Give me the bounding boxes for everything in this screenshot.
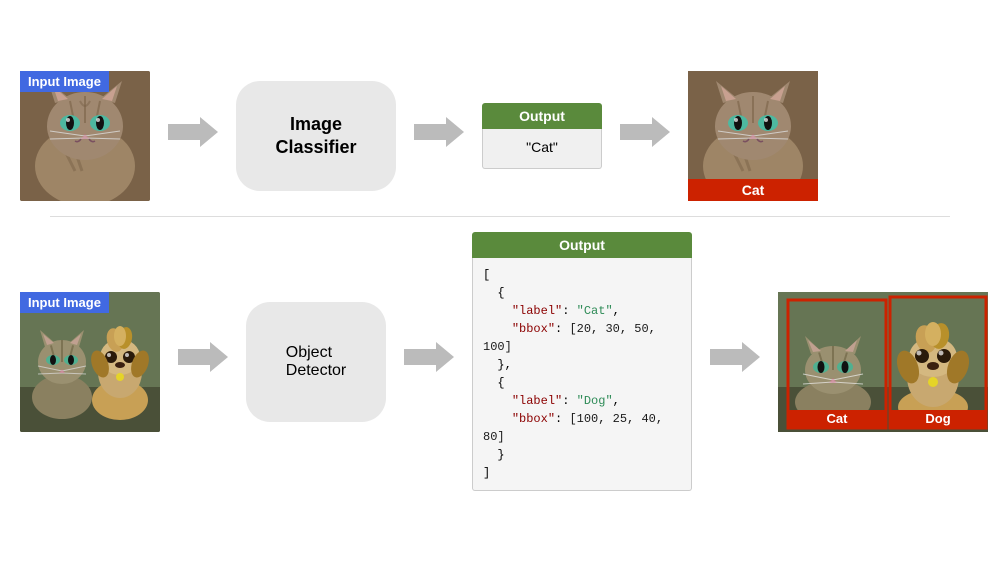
detector-box: ObjectDetector — [246, 302, 386, 422]
arrow-4 — [178, 339, 228, 384]
json-val-bbox1: [20, 30, 50, 100] — [483, 322, 656, 354]
arrow-5 — [404, 339, 454, 384]
input-image-box-1: Input Image — [20, 71, 150, 201]
result-image-2: Cat Dog — [778, 292, 988, 432]
cat-dog-image — [20, 292, 160, 432]
divider — [50, 216, 950, 217]
json-val-bbox2: [100, 25, 40, 80] — [483, 412, 663, 444]
result-image-1: Cat — [688, 71, 818, 201]
classifier-label: ImageClassifier — [275, 113, 356, 160]
output-value-1: "Cat" — [482, 129, 602, 169]
output-box-1: Output "Cat" — [482, 103, 602, 169]
classifier-box: ImageClassifier — [236, 81, 396, 191]
classifier-row: Input Image — [20, 71, 980, 201]
output-box-2: Output [ { "label": "Cat", "bbox": [20, … — [472, 232, 692, 491]
svg-text:Dog: Dog — [925, 411, 950, 426]
svg-text:Cat: Cat — [827, 411, 849, 426]
output-json: [ { "label": "Cat", "bbox": [20, 30, 50,… — [472, 258, 692, 491]
arrow-2 — [414, 114, 464, 159]
output-header-1: Output — [482, 103, 602, 129]
arrow-3 — [620, 114, 670, 159]
json-key-bbox1: "bbox" — [512, 322, 555, 336]
arrow-6 — [710, 339, 760, 384]
result-label-cat: Cat — [688, 179, 818, 201]
input-label-1: Input Image — [20, 71, 109, 92]
json-key-bbox2: "bbox" — [512, 412, 555, 426]
json-key-label2: "label" — [512, 394, 562, 408]
detector-row: Input Image — [20, 232, 980, 491]
input-label-2: Input Image — [20, 292, 109, 313]
cat-dog-svg — [20, 292, 160, 432]
arrow-1 — [168, 114, 218, 159]
json-val-cat: "Cat" — [577, 304, 613, 318]
input-image-box-2: Input Image — [20, 292, 160, 432]
result-animals-svg: Cat Dog — [778, 292, 988, 432]
output-header-2: Output — [472, 232, 692, 258]
json-val-dog: "Dog" — [577, 394, 613, 408]
json-key-label1: "label" — [512, 304, 562, 318]
detector-label: ObjectDetector — [286, 344, 346, 380]
